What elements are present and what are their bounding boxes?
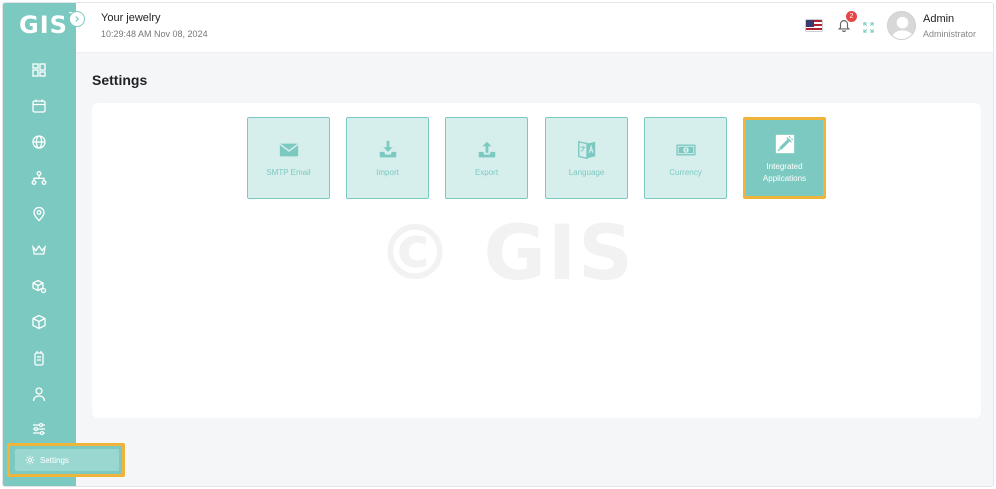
settings-panel: © GIS SMTP Email Import Export Language … (92, 103, 981, 418)
us-flag-icon[interactable] (805, 19, 823, 32)
tile-label: Currency (669, 168, 702, 177)
sidebar-item-settings[interactable]: Settings (7, 443, 125, 477)
sidebar-toggle-button[interactable] (69, 11, 85, 27)
tile-label: Import (376, 168, 399, 177)
download-tray-icon (379, 140, 396, 158)
tile-label: SMTP Email (266, 168, 311, 177)
crown-icon[interactable] (31, 242, 47, 258)
envelope-icon (279, 143, 298, 157)
tile-label: Export (474, 168, 499, 177)
tile-integrated-applications[interactable]: Integrated Applications (743, 117, 826, 199)
package-icon[interactable] (31, 314, 47, 330)
current-datetime: 10:29:48 AM Nov 08, 2024 (101, 29, 208, 39)
translate-icon (577, 140, 595, 160)
location-pin-icon[interactable] (31, 206, 47, 222)
avatar[interactable] (887, 11, 916, 40)
user-icon[interactable] (31, 386, 47, 402)
user-role: Administrator (923, 29, 977, 39)
globe-icon[interactable] (31, 134, 47, 150)
tile-smtp-email[interactable]: SMTP Email (247, 117, 330, 199)
sidebar-item-label: Settings (40, 455, 69, 465)
watermark: © GIS (377, 208, 635, 297)
user-name[interactable]: Admin (923, 13, 954, 25)
box-settings-icon[interactable] (31, 278, 47, 294)
tile-import[interactable]: Import (346, 117, 429, 199)
chevron-right-icon (75, 16, 80, 22)
dashboard-icon[interactable] (31, 62, 47, 78)
upload-tray-icon (478, 141, 495, 158)
banknote-icon (675, 144, 696, 156)
page-title: Settings (92, 72, 148, 88)
tile-label: Integrated Applications (762, 162, 807, 183)
sidebar: GISTM (3, 3, 125, 486)
user-avatar-icon (891, 16, 914, 39)
tile-export[interactable]: Export (445, 117, 528, 199)
app-window: GISTM (2, 2, 994, 487)
gear-icon (25, 455, 35, 465)
phone-icon[interactable] (31, 350, 47, 366)
plug-icon (775, 134, 794, 154)
tile-language[interactable]: Language (545, 117, 628, 199)
notification-badge: 2 (846, 11, 857, 22)
calendar-icon[interactable] (31, 98, 47, 114)
store-name: Your jewelry (101, 12, 161, 24)
hierarchy-icon[interactable] (31, 170, 47, 186)
tile-currency[interactable]: Currency (644, 117, 727, 199)
top-bar: Your jewelry 10:29:48 AM Nov 08, 2024 2 … (76, 3, 993, 53)
sliders-icon[interactable] (31, 421, 47, 437)
tile-label: Language (568, 168, 605, 177)
fullscreen-icon[interactable] (863, 22, 874, 33)
